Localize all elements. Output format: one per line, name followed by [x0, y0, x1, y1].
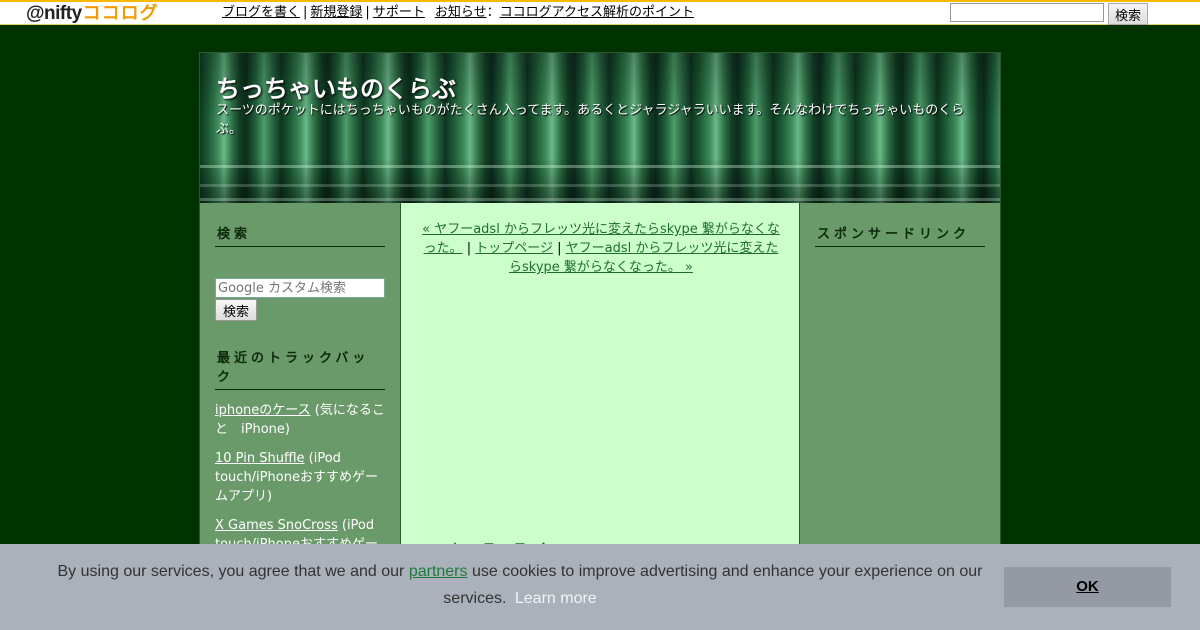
news-item-link[interactable]: ココログアクセス解析のポイント	[500, 5, 694, 20]
list-item: iphoneのケース (気になること iPhone)	[215, 401, 385, 439]
google-search-input[interactable]	[215, 278, 385, 298]
trackback-heading: 最近のトラックバック	[215, 349, 385, 390]
cookie-ok-button[interactable]: OK	[1004, 567, 1171, 607]
top-nav: ブログを書く | 新規登録 | サポート お知らせ：ココログアクセス解析のポイント	[222, 4, 694, 21]
partners-link[interactable]: partners	[409, 563, 468, 580]
search-heading: 検索	[215, 225, 385, 247]
entry-navigation: « ヤフーadsl からフレッツ光に変えたらskype 繋がらなくなった。 | …	[421, 220, 781, 277]
nifty-logo-text: @nifty	[26, 3, 82, 24]
nav-separator: |	[553, 241, 566, 256]
sponsor-heading: スポンサードリンク	[815, 225, 985, 247]
nav-separator: |	[303, 5, 308, 20]
list-item: 10 Pin Shuffle (iPod touch/iPhoneおすすめゲーム…	[215, 449, 385, 506]
nifty-top-bar: @nifty ココログ ブログを書く | 新規登録 | サポート お知らせ：ココログアクセ…	[0, 0, 1200, 25]
support-link[interactable]: サポート	[373, 5, 425, 20]
cookie-text-before: By using our services, you agree that we…	[57, 563, 409, 580]
cocolog-logo-text: ココログ	[82, 3, 159, 24]
cookie-consent-banner: By using our services, you agree that we…	[0, 544, 1200, 630]
learn-more-link[interactable]: Learn more	[515, 590, 597, 607]
register-link[interactable]: 新規登録	[310, 5, 362, 20]
bamboo-banner: ちっちゃいものくらぶ スーツのポケットにはちっちゃいものがたくさん入ってます。あ…	[200, 53, 1000, 203]
write-blog-link[interactable]: ブログを書く	[222, 5, 300, 20]
trackback-link[interactable]: X Games SnoCross	[215, 518, 338, 533]
news-colon: ：	[486, 5, 500, 20]
news-link[interactable]: お知らせ	[435, 5, 487, 20]
top-search-button[interactable]: 検索	[1108, 3, 1148, 25]
trackback-link[interactable]: 10 Pin Shuffle	[215, 451, 305, 466]
trackback-link[interactable]: iphoneのケース	[215, 403, 311, 418]
google-search-button[interactable]: 検索	[215, 299, 257, 321]
top-page-link[interactable]: トップページ	[475, 241, 553, 256]
nav-separator: |	[365, 5, 370, 20]
nifty-cocolog-logo[interactable]: @nifty ココログ	[26, 3, 159, 25]
cookie-message: By using our services, you agree that we…	[40, 558, 1000, 612]
blog-title[interactable]: ちっちゃいものくらぶ	[216, 69, 456, 104]
blog-description: スーツのポケットにはちっちゃいものがたくさん入ってます。あるくとジャラジャラいい…	[216, 103, 965, 137]
nav-separator: |	[462, 241, 476, 256]
top-search-input[interactable]	[950, 3, 1104, 22]
